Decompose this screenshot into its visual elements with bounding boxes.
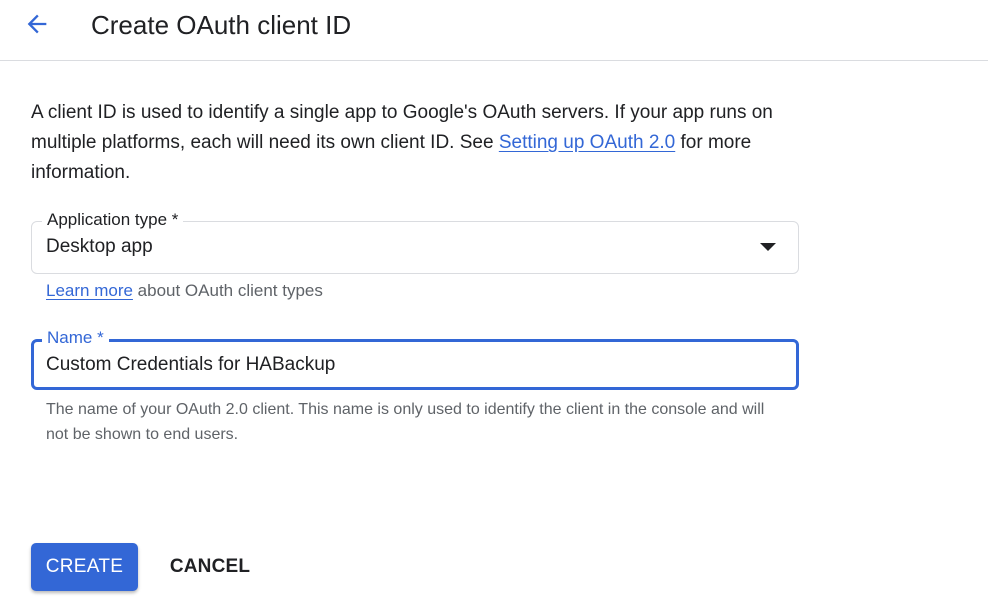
create-button[interactable]: CREATE xyxy=(31,543,138,591)
application-type-value: Desktop app xyxy=(46,236,153,257)
setting-up-oauth-link[interactable]: Setting up OAuth 2.0 xyxy=(499,132,675,153)
intro-paragraph: A client ID is used to identify a single… xyxy=(31,98,811,188)
oauth-client-page: Create OAuth client ID A client ID is us… xyxy=(0,0,988,616)
page-header: Create OAuth client ID xyxy=(0,0,988,61)
application-type-label: Application type * xyxy=(42,209,184,231)
arrow-back-icon xyxy=(27,14,47,34)
learn-more-link[interactable]: Learn more xyxy=(46,281,133,300)
application-type-helper: Learn more about OAuth client types xyxy=(46,280,323,302)
page-title: Create OAuth client ID xyxy=(91,10,352,40)
name-input[interactable] xyxy=(46,353,776,377)
application-type-helper-text: about OAuth client types xyxy=(132,281,323,300)
back-button[interactable] xyxy=(19,6,55,42)
name-helper-text: The name of your OAuth 2.0 client. This … xyxy=(46,401,765,443)
application-type-select[interactable]: Application type * Desktop app xyxy=(31,209,799,274)
cancel-button[interactable]: CANCEL xyxy=(160,543,260,591)
name-field-label: Name * xyxy=(42,327,109,349)
dropdown-arrow-icon[interactable] xyxy=(760,243,776,251)
name-field[interactable]: Name * xyxy=(31,327,799,390)
